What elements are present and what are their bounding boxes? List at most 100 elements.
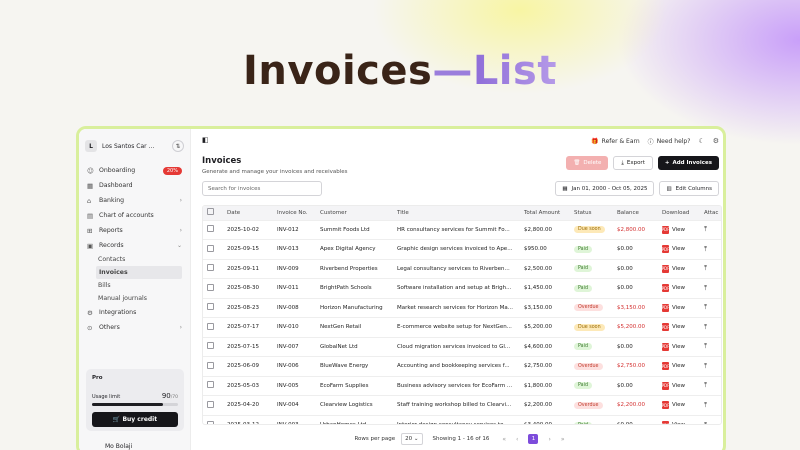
select-all-checkbox[interactable] [207,208,214,216]
upload-icon[interactable]: ⤒ [704,401,707,409]
sidebar-subitem-bills[interactable]: Bills [79,279,190,292]
column-header-date[interactable]: Date [223,206,273,220]
view-pdf-link[interactable]: PDF View [662,421,685,424]
attachment-cell: ⤒ [700,278,721,298]
invoice-no-cell: INV-009 [273,258,316,279]
table-scrollbar[interactable] [724,209,726,419]
upload-icon[interactable]: ⤒ [704,342,707,350]
app-window: L Los Santos Car ... ⇅ ☺ Onboarding 20% ▦ Da… [76,126,726,450]
refer-earn-link[interactable]: 🎁 Refer & Earn [591,138,639,145]
sidebar-item-integrations[interactable]: ⚙ Integrations [79,305,190,320]
view-pdf-link[interactable]: PDF View [662,381,685,390]
row-checkbox[interactable] [207,420,214,424]
table-row[interactable]: 2025-08-23 INV-008 Horizon Manufacturing Ma… [203,297,721,318]
customer-cell: Clearview Logistics [316,395,393,415]
column-header-customer[interactable]: Customer [316,206,393,220]
row-checkbox[interactable] [207,303,214,311]
sidebar-item-label: Records [99,242,124,249]
column-header-title[interactable]: Title [393,206,520,220]
sidebar-item-onboarding[interactable]: ☺ Onboarding 20% [79,163,190,178]
table-row[interactable]: 2025-10-02 INV-012 Summit Foods Ltd HR cons… [203,219,721,240]
row-checkbox[interactable] [207,361,214,369]
usage-row: Usage limit 90/70 [92,392,178,400]
row-select-cell [203,278,223,298]
total-amount-cell: $1,450.00 [520,278,570,298]
export-button[interactable]: ⤓ Export [613,156,653,170]
table-row[interactable]: 2025-06-09 INV-006 BlueWave Energy Accounti… [203,356,721,376]
row-checkbox[interactable] [207,322,214,330]
gear-icon[interactable]: ⚙ [713,137,719,145]
org-switch-icon[interactable]: ⇅ [172,140,184,152]
sidebar-item-dashboard[interactable]: ▦ Dashboard [79,178,190,193]
sidebar-subitem-invoices[interactable]: Invoices [96,266,182,279]
row-checkbox[interactable] [207,264,214,272]
column-header-status[interactable]: Status [570,206,613,220]
buy-credit-button[interactable]: 🛒 Buy credit [92,412,178,427]
view-pdf-link[interactable]: PDF View [662,362,685,371]
sidebar-item-others[interactable]: ⊙ Others › [79,320,190,335]
row-select-cell [203,317,223,337]
sidebar-item-chart-of-accounts[interactable]: ▤ Chart of accounts [79,208,190,223]
sidebar-item-records[interactable]: ▣ Records ⌄ [79,238,190,253]
sidebar-subitem-manual-journals[interactable]: Manual journals [79,292,190,305]
org-switcher[interactable]: L Los Santos Car ... ⇅ [85,135,184,157]
table-row[interactable]: 2025-07-17 INV-010 NextGen Retail E-commerc… [203,317,721,337]
row-checkbox[interactable] [207,381,214,389]
table-row[interactable]: 2025-04-20 INV-004 Clearview Logistics Staf… [203,395,721,415]
table-row[interactable]: 2025-08-30 INV-011 BrightPath Schools Softw… [203,278,721,298]
user-name[interactable]: Mo Bolaji [105,443,132,450]
sidebar-item-reports[interactable]: ⊞ Reports › [79,223,190,238]
view-pdf-link[interactable]: PDF View [662,323,685,332]
upload-icon[interactable]: ⤒ [704,381,707,389]
view-pdf-link[interactable]: PDF View [662,401,685,410]
row-checkbox[interactable] [207,342,214,350]
add-invoices-button[interactable]: + Add Invoices [657,156,719,170]
sidebar-item-banking[interactable]: ⌂ Banking › [79,193,190,208]
search-input[interactable] [202,181,322,196]
prev-page-icon[interactable]: ‹ [516,436,518,443]
upload-icon[interactable]: ⤒ [704,362,707,370]
table-row[interactable]: 2025-03-12 INV-003 UrbanHomes Ltd Interior … [203,414,721,425]
customer-cell: EcoFarm Supplies [316,375,393,396]
sidebar-subitem-contacts[interactable]: Contacts [79,253,190,266]
view-pdf-link[interactable]: PDF View [662,303,685,312]
column-header-download[interactable]: Download [658,206,700,220]
moon-icon[interactable]: ☾ [698,137,704,145]
current-page-button[interactable]: 1 [528,434,539,444]
upload-icon[interactable]: ⤒ [704,421,707,425]
column-header-total-amount[interactable]: Total Amount [520,206,570,220]
table-row[interactable]: 2025-09-11 INV-009 Riverbend Properties Leg… [203,258,721,279]
upload-icon[interactable]: ⤒ [704,225,707,233]
column-header-attac[interactable]: Attac [700,206,721,220]
row-checkbox[interactable] [207,244,214,252]
row-checkbox[interactable] [207,283,214,291]
cart-icon: 🛒 [112,416,123,423]
upload-icon[interactable]: ⤒ [704,303,707,311]
row-checkbox[interactable] [207,400,214,408]
date-range-button[interactable]: ▦ Jan 01, 2000 - Oct 05, 2025 [555,181,655,196]
rows-per-page-select[interactable]: 20 ⌄ [401,433,423,445]
last-page-icon[interactable]: » [561,436,565,443]
view-pdf-link[interactable]: PDF View [662,245,685,254]
view-pdf-link[interactable]: PDF View [662,264,685,273]
view-pdf-link[interactable]: PDF View [662,284,685,293]
view-pdf-link[interactable]: PDF View [662,225,685,234]
upload-icon[interactable]: ⤒ [704,245,707,253]
upload-icon[interactable]: ⤒ [704,284,707,292]
view-pdf-link[interactable]: PDF View [662,342,685,351]
upload-icon[interactable]: ⤒ [704,323,707,331]
table-row[interactable]: 2025-05-03 INV-005 EcoFarm Supplies Busines… [203,375,721,396]
first-page-icon[interactable]: « [502,436,506,443]
table-row[interactable]: 2025-07-15 INV-007 GlobalNet Ltd Cloud migr… [203,336,721,357]
sidebar-toggle-icon[interactable]: ◧ [202,136,212,146]
customer-cell: BrightPath Schools [316,278,393,298]
column-header-balance[interactable]: Balance [613,206,658,220]
row-checkbox[interactable] [207,225,214,233]
upload-icon[interactable]: ⤒ [704,264,707,272]
next-page-icon[interactable]: › [548,436,550,443]
column-header-invoice-no[interactable]: Invoice No. [273,206,316,220]
table-row[interactable]: 2025-09-15 INV-013 Apex Digital Agency Grap… [203,239,721,259]
edit-columns-button[interactable]: ▥ Edit Columns [659,181,719,196]
delete-button[interactable]: 🗑 Delete [566,156,609,170]
help-link[interactable]: ⓘ Need help? [648,137,691,146]
